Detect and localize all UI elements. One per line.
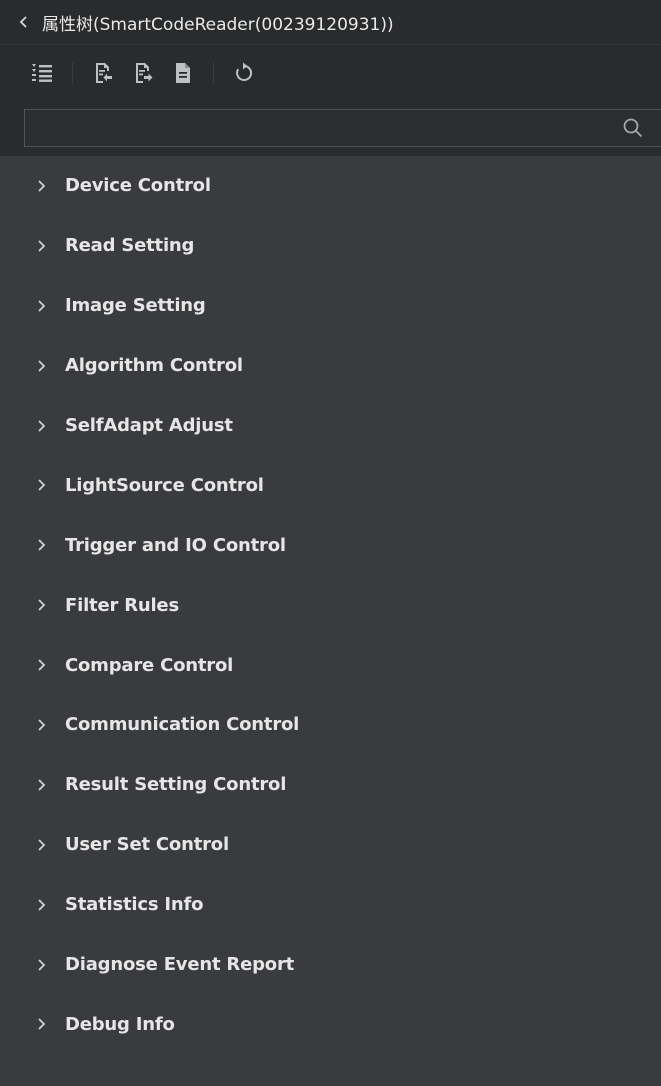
toolbar-divider: [213, 61, 214, 84]
tree-node[interactable]: Algorithm Control: [0, 336, 661, 396]
tree-node-label: Device Control: [65, 175, 211, 197]
tree-node-label: Algorithm Control: [65, 355, 243, 377]
chevron-right-icon[interactable]: [33, 896, 51, 914]
search-bar: [0, 100, 661, 156]
property-tree: Device Control Read Setting Image Setting A…: [0, 156, 661, 1054]
import-icon[interactable]: [89, 59, 117, 87]
tree-node[interactable]: Debug Info: [0, 994, 661, 1054]
toolbar-divider: [72, 61, 73, 84]
chevron-right-icon[interactable]: [33, 836, 51, 854]
tree-node-label: LightSource Control: [65, 474, 264, 496]
toolbar: [0, 44, 661, 100]
tree-node[interactable]: Diagnose Event Report: [0, 935, 661, 995]
search-box: [24, 109, 661, 147]
tree-node-label: Communication Control: [65, 714, 300, 736]
chevron-right-icon[interactable]: [33, 237, 51, 255]
chevron-right-icon[interactable]: [33, 1015, 51, 1033]
tree-node[interactable]: Device Control: [0, 156, 661, 216]
tree-node-label: SelfAdapt Adjust: [65, 415, 233, 436]
tree-node[interactable]: Image Setting: [0, 276, 661, 336]
refresh-icon[interactable]: [230, 59, 258, 87]
tree-node[interactable]: Filter Rules: [0, 575, 661, 635]
tree-node-label: Debug Info: [65, 1013, 175, 1035]
panel-title: 属性树(SmartCodeReader(00239120931)): [42, 14, 394, 35]
chevron-right-icon[interactable]: [33, 177, 51, 195]
tree-node[interactable]: Compare Control: [0, 635, 661, 695]
chevron-right-icon[interactable]: [33, 297, 51, 315]
chevron-right-icon[interactable]: [33, 776, 51, 794]
search-input[interactable]: [25, 110, 619, 146]
tree-node[interactable]: Read Setting: [0, 216, 661, 276]
tree-node-label: Filter Rules: [65, 594, 179, 616]
panel-header: 属性树(SmartCodeReader(00239120931)): [0, 0, 661, 44]
search-icon[interactable]: [619, 114, 647, 142]
tree-node[interactable]: User Set Control: [0, 815, 661, 875]
chevron-right-icon[interactable]: [33, 417, 51, 435]
tree-node[interactable]: SelfAdapt Adjust: [0, 396, 661, 456]
chevron-right-icon[interactable]: [33, 956, 51, 974]
chevron-right-icon[interactable]: [33, 596, 51, 614]
tree-node-label: Statistics Info: [65, 894, 204, 916]
tree-node-label: Read Setting: [65, 235, 195, 257]
chevron-right-icon[interactable]: [33, 476, 51, 494]
chevron-right-icon[interactable]: [33, 536, 51, 554]
tree-node-label: Trigger and IO Control: [65, 534, 286, 556]
export-icon[interactable]: [129, 59, 157, 87]
collapse-list-icon[interactable]: [28, 59, 56, 87]
tree-node-label: Diagnose Event Report: [65, 954, 295, 976]
chevron-left-icon[interactable]: [12, 10, 36, 34]
document-icon[interactable]: [169, 59, 197, 87]
tree-node-label: Compare Control: [65, 654, 234, 676]
tree-node-label: Result Setting Control: [65, 774, 287, 796]
chevron-right-icon[interactable]: [33, 716, 51, 734]
property-tree-panel: 属性树(SmartCodeReader(00239120931)) Device…: [0, 0, 661, 1086]
tree-node-label: User Set Control: [65, 834, 229, 856]
chevron-right-icon[interactable]: [33, 357, 51, 375]
chevron-right-icon[interactable]: [33, 656, 51, 674]
tree-node[interactable]: Result Setting Control: [0, 755, 661, 815]
tree-node[interactable]: Statistics Info: [0, 875, 661, 935]
tree-node[interactable]: LightSource Control: [0, 455, 661, 515]
tree-node-label: Image Setting: [65, 295, 206, 317]
tree-node[interactable]: Trigger and IO Control: [0, 515, 661, 575]
tree-node[interactable]: Communication Control: [0, 695, 661, 755]
